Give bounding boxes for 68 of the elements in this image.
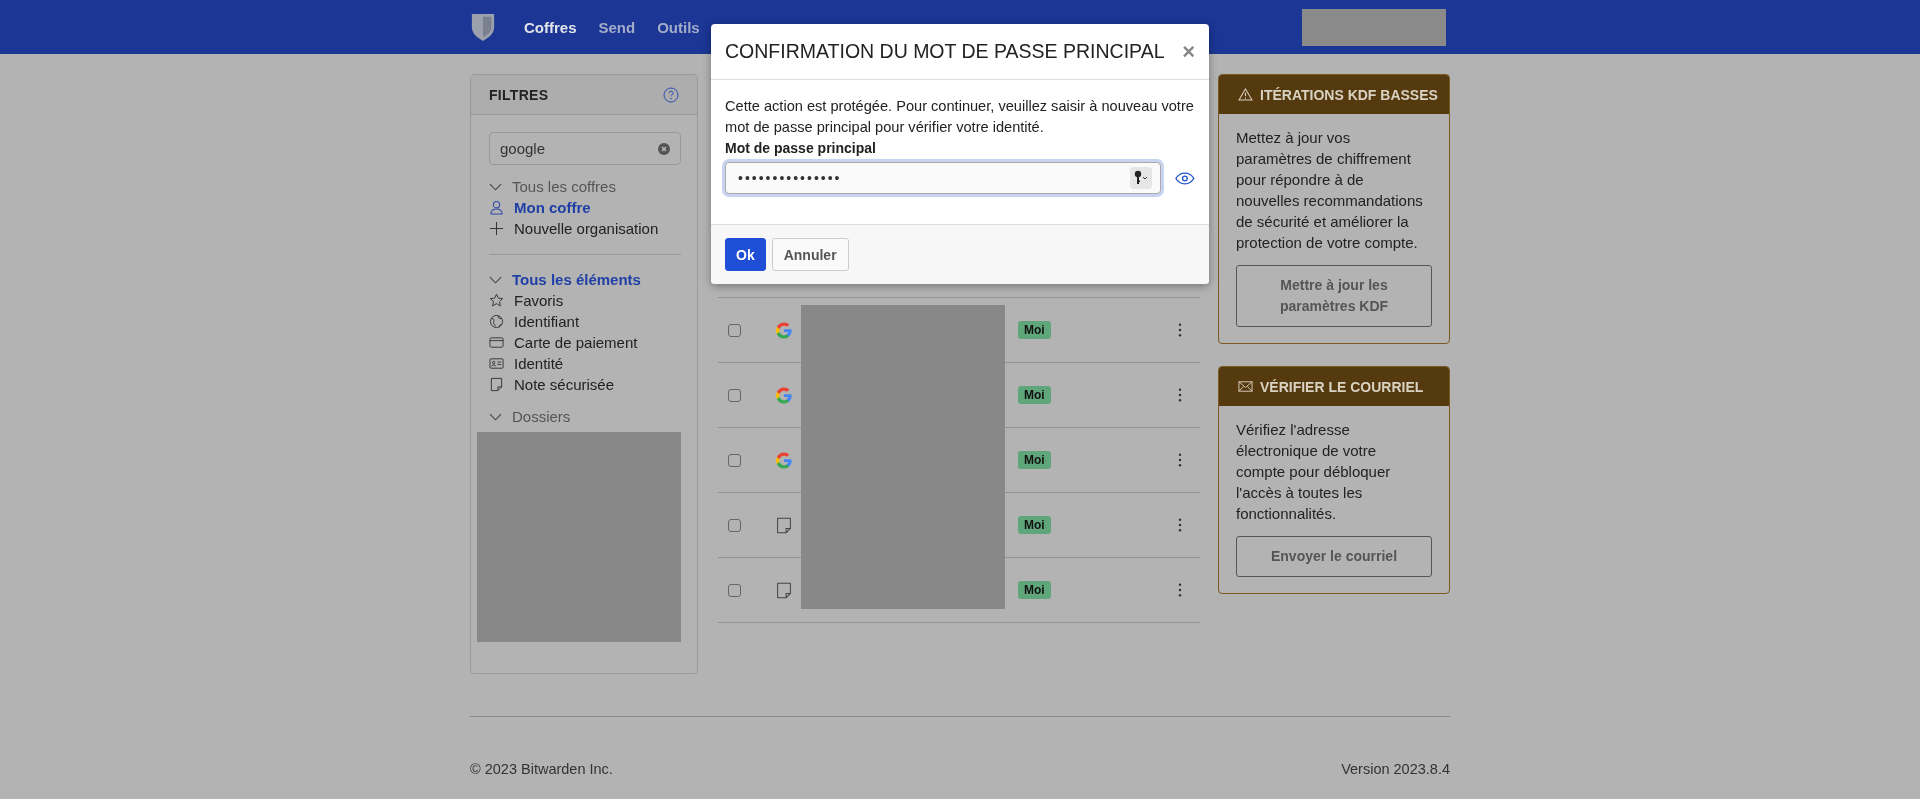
person-icon (489, 200, 504, 215)
note-icon (776, 516, 792, 534)
id-card-icon (489, 356, 504, 371)
card-button[interactable]: Mettre à jour les paramètres KDF (1236, 265, 1432, 327)
more-options-icon[interactable] (1178, 388, 1182, 402)
filter-item[interactable]: Identité (514, 355, 564, 372)
chevron-icon[interactable] (489, 182, 502, 191)
filter-item[interactable]: Nouvelle organisation (514, 220, 659, 237)
dialog-text: Cette action est protégée. Pour continuer, veuillez saisir à nouveau votre mot de passe principal pour vérifier votre identité. (725, 97, 1195, 137)
card-button[interactable]: Envoyer le courriel (1236, 536, 1432, 577)
panel-title: FILTRES (489, 86, 549, 103)
card-title: ITÉRATIONS KDF BASSES (1260, 86, 1438, 103)
google-logo-icon (776, 386, 792, 404)
card-icon (489, 335, 504, 350)
owner-badge: Moi (1018, 386, 1051, 404)
filter-item[interactable]: Favoris (514, 292, 564, 309)
owner-badge: Moi (1018, 581, 1051, 599)
shield-logo-icon[interactable] (470, 12, 496, 42)
help-icon[interactable] (663, 86, 679, 103)
filter-item[interactable]: Identifiant (514, 313, 580, 330)
checkbox[interactable] (728, 323, 741, 337)
checkbox[interactable] (728, 453, 741, 467)
globe-icon (489, 314, 504, 329)
close-button[interactable]: × (1182, 38, 1195, 65)
eye-icon[interactable] (1175, 171, 1195, 185)
nav-link[interactable]: Coffres (524, 18, 577, 36)
plus-icon (489, 221, 504, 236)
filter-item[interactable]: Tous les éléments (512, 271, 641, 288)
dialog-title: CONFIRMATION DU MOT DE PASSE PRINCIPAL (725, 40, 1165, 63)
search-field[interactable]: google (489, 132, 681, 165)
card-title: VÉRIFIER LE COURRIEL (1260, 378, 1424, 395)
checkbox[interactable] (728, 583, 741, 597)
filter-item[interactable]: Note sécurisée (514, 376, 615, 393)
nav-link[interactable]: Outils (657, 18, 700, 36)
version-text: Version 2023.8.4 (1341, 761, 1450, 777)
group-label: Tous les coffres (512, 178, 616, 195)
filter-item[interactable]: Mon coffre (514, 199, 591, 216)
chevron-icon[interactable] (489, 275, 502, 284)
field-label: Mot de passe principal (725, 139, 877, 158)
warning-icon (1238, 88, 1253, 101)
card-text: Mettez à jour vos paramètres de chiffrement pour répondre à de nouvelles recommandations de sécurité et améliorer la protection de votre compte. (1236, 128, 1424, 253)
google-logo-icon (776, 451, 792, 469)
key-icon[interactable] (1130, 167, 1153, 189)
clear-icon[interactable] (658, 142, 670, 155)
nav-link[interactable]: Send (598, 18, 636, 36)
note-icon (489, 377, 504, 392)
note-icon (776, 581, 792, 599)
checkbox[interactable] (728, 518, 741, 532)
card-text: Vérifiez l'adresse électronique de votre compte pour débloquer l'accès à toutes les fonctionnalités. (1236, 420, 1392, 524)
password-field[interactable]: ••••••••••••••• (725, 162, 1162, 194)
owner-badge: Moi (1018, 321, 1051, 339)
more-options-icon[interactable] (1178, 453, 1182, 467)
more-options-icon[interactable] (1178, 323, 1182, 337)
more-options-icon[interactable] (1178, 583, 1182, 597)
cancel-button[interactable]: Annuler (771, 238, 849, 271)
copyright-text: © 2023 Bitwarden Inc. (470, 761, 613, 777)
envelope-icon (1238, 380, 1253, 393)
checkbox[interactable] (728, 388, 741, 402)
group-header[interactable]: Tous les coffres (478, 176, 681, 197)
star-icon (489, 293, 504, 308)
more-options-icon[interactable] (1178, 518, 1182, 532)
filter-item[interactable]: Carte de paiement (514, 334, 638, 351)
chevron-icon[interactable] (489, 412, 502, 421)
owner-badge: Moi (1018, 451, 1051, 469)
owner-badge: Moi (1018, 516, 1051, 534)
ok-button[interactable]: Ok (725, 238, 766, 271)
google-logo-icon (776, 321, 792, 339)
group-label: Dossiers (512, 408, 571, 425)
